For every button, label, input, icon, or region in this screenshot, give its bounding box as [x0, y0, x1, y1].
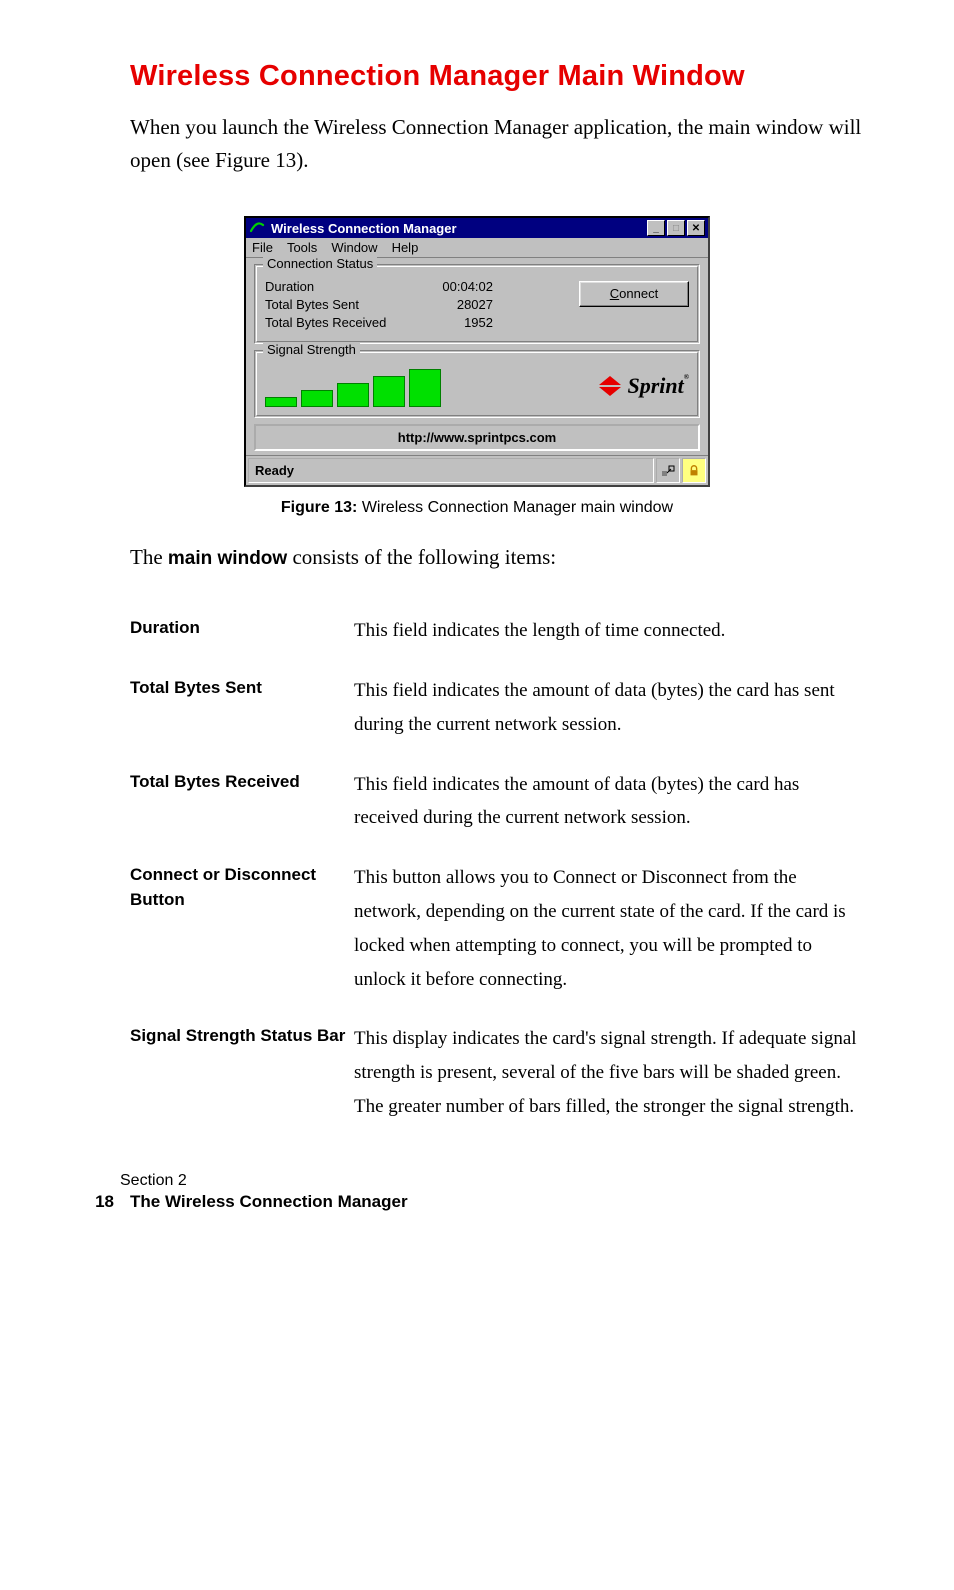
intro-paragraph: When you launch the Wireless Connection …: [130, 111, 864, 176]
signal-strength-legend: Signal Strength: [263, 342, 360, 357]
definitions-list: Duration This field indicates the length…: [130, 614, 864, 1124]
def-desc-signal: This display indicates the card's signal…: [354, 1022, 864, 1123]
window-title: Wireless Connection Manager: [271, 221, 645, 236]
signal-bar-3: [337, 383, 369, 407]
app-window: Wireless Connection Manager _ □ ✕ File T…: [244, 216, 710, 487]
def-desc-duration: This field indicates the length of time …: [354, 614, 864, 648]
footer-chapter: The Wireless Connection Manager: [130, 1192, 408, 1212]
signal-bar-5: [409, 369, 441, 407]
menubar: File Tools Window Help: [246, 238, 708, 258]
def-term-signal: Signal Strength Status Bar: [130, 1022, 354, 1049]
def-desc-connect: This button allows you to Connect or Dis…: [354, 861, 864, 996]
maximize-button[interactable]: □: [667, 220, 685, 236]
consists-paragraph: The main window consists of the followin…: [130, 545, 864, 570]
status-text: Ready: [248, 458, 654, 483]
signal-bars: [265, 365, 586, 407]
def-desc-sent: This field indicates the amount of data …: [354, 674, 864, 742]
menu-file[interactable]: File: [252, 240, 273, 255]
bytes-received-value: 1952: [425, 315, 493, 330]
page-heading: Wireless Connection Manager Main Window: [130, 60, 864, 93]
signal-bar-2: [301, 390, 333, 407]
connect-button[interactable]: Connect: [579, 281, 689, 307]
bytes-sent-label: Total Bytes Sent: [265, 297, 425, 312]
page-footer: Section 2 18 The Wireless Connection Man…: [90, 1172, 864, 1212]
figure-caption: Figure 13: Wireless Connection Manager m…: [90, 499, 864, 517]
duration-label: Duration: [265, 279, 425, 294]
connection-status-group: Connection Status Duration 00:04:02 Tota…: [254, 264, 700, 344]
connection-status-legend: Connection Status: [263, 256, 377, 271]
menu-help[interactable]: Help: [392, 240, 419, 255]
menu-tools[interactable]: Tools: [287, 240, 317, 255]
tray-network-icon[interactable]: [656, 458, 680, 483]
sprint-diamond-icon: [598, 374, 622, 398]
close-button[interactable]: ✕: [687, 220, 705, 236]
tray-lock-icon[interactable]: [682, 458, 706, 483]
signal-bar-1: [265, 397, 297, 407]
app-icon: [249, 222, 265, 234]
def-desc-received: This field indicates the amount of data …: [354, 768, 864, 836]
def-term-sent: Total Bytes Sent: [130, 674, 354, 701]
page-number: 18: [90, 1192, 114, 1212]
minimize-button[interactable]: _: [647, 220, 665, 236]
signal-bar-4: [373, 376, 405, 407]
def-term-connect: Connect or Disconnect Button: [130, 861, 354, 912]
sprint-logo: Sprint®: [598, 373, 690, 399]
def-term-duration: Duration: [130, 614, 354, 641]
def-term-received: Total Bytes Received: [130, 768, 354, 795]
bytes-sent-value: 28027: [425, 297, 493, 312]
duration-value: 00:04:02: [425, 279, 493, 294]
signal-strength-group: Signal Strength Sprint®: [254, 350, 700, 418]
status-bar: Ready: [246, 455, 708, 485]
footer-section: Section 2: [120, 1172, 864, 1190]
url-bar[interactable]: http://www.sprintpcs.com: [254, 424, 700, 451]
titlebar: Wireless Connection Manager _ □ ✕: [246, 218, 708, 238]
bytes-received-label: Total Bytes Received: [265, 315, 425, 330]
menu-window[interactable]: Window: [331, 240, 377, 255]
